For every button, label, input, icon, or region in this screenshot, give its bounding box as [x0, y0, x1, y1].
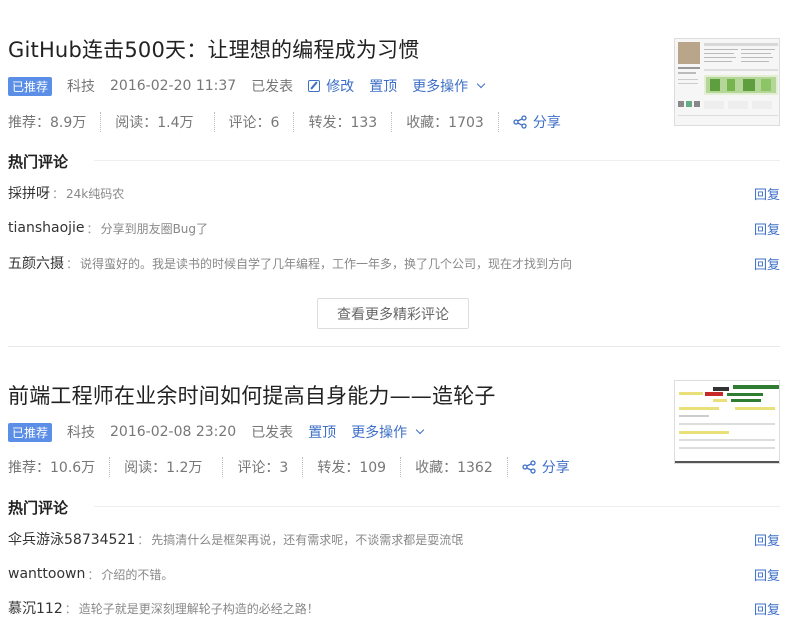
divider: [94, 506, 780, 507]
pin-button[interactable]: 置顶: [369, 76, 397, 96]
divider: [497, 112, 499, 132]
thumbnail-image: [675, 39, 779, 125]
comment-item: 五颜六摄 ： 说得蛮好的。我是读书的时候自学了几年编程，工作一年多，换了几个公司…: [8, 253, 780, 273]
reply-button[interactable]: 回复: [754, 219, 780, 238]
edit-label: 修改: [326, 79, 355, 95]
comment-user[interactable]: 慕沉112: [8, 598, 63, 618]
comment-text: 说得蛮好的。我是读书的时候自学了几年编程，工作一年多，换了几个公司，现在才找到方…: [80, 256, 573, 271]
comment-colon: ：: [137, 532, 150, 547]
comment-user[interactable]: 五颜六摄: [8, 253, 64, 273]
stat-comments: 评论：6: [228, 115, 280, 131]
category: 科技: [67, 425, 96, 441]
article-title[interactable]: 前端工程师在业余时间如何提高自身能力——造轮子: [8, 380, 496, 410]
comment-user[interactable]: tianshaojie: [8, 220, 85, 236]
publish-datetime: 2016-02-08 23:20: [110, 424, 237, 440]
comment-text: 介绍的不错。: [101, 567, 174, 582]
stat-forward: 转发：109: [317, 460, 387, 476]
divider: [213, 112, 215, 132]
comment-item: tianshaojie ： 分享到朋友圈Bug了 回复: [8, 218, 780, 238]
divider: [506, 457, 508, 477]
edit-icon: [308, 80, 321, 92]
comment-colon: ：: [87, 567, 100, 582]
reply-button[interactable]: 回复: [754, 530, 780, 549]
more-actions-label: 更多操作: [412, 79, 469, 95]
share-icon: [513, 115, 527, 129]
stat-favorite: 收藏：1703: [406, 115, 484, 131]
comment-colon: ：: [86, 221, 99, 236]
article-thumbnail[interactable]: [674, 38, 780, 126]
stat-read: 阅读：1.2万: [124, 460, 203, 476]
share-label: 分享: [541, 460, 570, 476]
comment-item: 慕沉112 ： 造轮子就是更深刻理解轮子构造的必经之路！ 回复: [8, 598, 780, 618]
hot-comments-heading: 热门评论: [8, 499, 69, 517]
divider: [302, 457, 304, 477]
reply-button[interactable]: 回复: [754, 565, 780, 584]
more-actions-dropdown[interactable]: 更多操作: [412, 76, 486, 96]
reply-button[interactable]: 回复: [754, 184, 780, 203]
comment-user[interactable]: 採拼呀: [8, 183, 50, 203]
pin-button[interactable]: 置顶: [308, 422, 336, 442]
stat-read: 阅读：1.4万: [115, 115, 194, 131]
divider: [391, 112, 393, 132]
view-more-comments-button[interactable]: 查看更多精彩评论: [317, 298, 469, 329]
stat-recommend: 推荐：10.6万: [8, 460, 96, 476]
recommended-badge: 已推荐: [8, 422, 53, 442]
comment-colon: ：: [64, 601, 77, 616]
reply-button[interactable]: 回复: [754, 599, 780, 618]
article-stats: 推荐：8.9万 阅读：1.4万 评论：6 转发：133 收藏：1703 分享: [8, 112, 561, 132]
thumbnail-image: [675, 381, 779, 463]
share-button[interactable]: 分享: [522, 457, 570, 477]
comment-text: 造轮子就是更深刻理解轮子构造的必经之路！: [78, 601, 319, 616]
stat-favorite: 收藏：1362: [415, 460, 493, 476]
comment-text: 24k纯码农: [66, 186, 125, 201]
article-stats: 推荐：10.6万 阅读：1.2万 评论：3 转发：109 收藏：1362 分享: [8, 457, 570, 477]
comment-item: wanttoown ： 介绍的不错。 回复: [8, 564, 780, 584]
divider: [222, 457, 224, 477]
reply-button[interactable]: 回复: [754, 254, 780, 273]
more-actions-dropdown[interactable]: 更多操作: [351, 422, 425, 442]
divider: [100, 112, 102, 132]
article-thumbnail[interactable]: [674, 380, 780, 464]
share-label: 分享: [532, 115, 561, 131]
publish-status: 已发表: [251, 425, 294, 441]
article-divider: [8, 346, 780, 347]
article-meta: 已推荐 科技 2016-02-08 23:20 已发表 置顶 更多操作: [8, 422, 438, 442]
comment-user[interactable]: wanttoown: [8, 566, 85, 582]
comment-text: 分享到朋友圈Bug了: [100, 221, 209, 236]
hot-comments-heading: 热门评论: [8, 153, 69, 171]
category: 科技: [67, 79, 96, 95]
share-button[interactable]: 分享: [513, 112, 561, 132]
stat-comments: 评论：3: [237, 460, 289, 476]
comment-colon: ：: [52, 186, 65, 201]
more-actions-label: 更多操作: [351, 425, 408, 441]
stat-recommend: 推荐：8.9万: [8, 115, 87, 131]
chevron-down-icon: [415, 425, 425, 435]
recommended-badge: 已推荐: [8, 76, 53, 96]
divider: [109, 457, 111, 477]
divider: [94, 160, 780, 161]
stat-forward: 转发：133: [308, 115, 378, 131]
chevron-down-icon: [476, 79, 486, 89]
article-title[interactable]: GitHub连击500天：让理想的编程成为习惯: [8, 34, 419, 64]
article-meta: 已推荐 科技 2016-02-20 11:37 已发表 修改 置顶 更多操作: [8, 76, 499, 96]
divider: [400, 457, 402, 477]
edit-button[interactable]: 修改: [308, 76, 354, 96]
publish-status: 已发表: [251, 79, 294, 95]
comment-colon: ：: [66, 256, 79, 271]
comment-user[interactable]: 伞兵游泳58734521: [8, 529, 135, 549]
comment-text: 先搞清什么是框架再说，还有需求呢，不谈需求都是耍流氓: [151, 532, 464, 547]
publish-datetime: 2016-02-20 11:37: [110, 78, 237, 94]
comment-item: 伞兵游泳58734521 ： 先搞清什么是框架再说，还有需求呢，不谈需求都是耍流…: [8, 529, 780, 549]
divider: [293, 112, 295, 132]
comment-item: 採拼呀 ： 24k纯码农 回复: [8, 183, 780, 203]
share-icon: [522, 460, 536, 474]
